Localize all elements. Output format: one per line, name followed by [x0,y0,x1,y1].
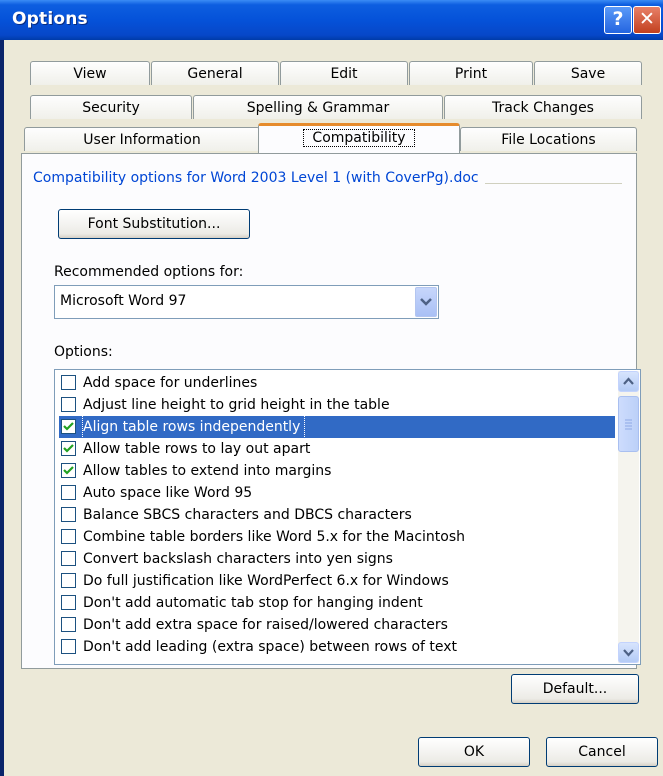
list-item-label: Allow tables to extend into margins [83,463,332,479]
list-item[interactable]: Do full justification like WordPerfect 6… [59,570,615,592]
tab-label: Save [570,66,606,82]
help-button[interactable]: ? [604,6,632,34]
window-title: Options [12,9,88,29]
list-item[interactable]: Add space for underlines [59,372,615,394]
chevron-up-icon [623,377,634,385]
default-button[interactable]: Default... [511,674,639,704]
list-item[interactable]: Don't add leading (extra space) between … [59,636,615,658]
checkbox[interactable] [61,507,76,522]
list-item-label: Don't add automatic tab stop for hanging… [83,595,423,611]
list-item-label: Balance SBCS characters and DBCS charact… [83,507,412,523]
tab-security[interactable]: Security [30,95,192,119]
checkbox-checked[interactable] [61,419,76,434]
title-bar[interactable]: Options ? ✕ [0,0,663,40]
checkbox-checked[interactable] [61,463,76,478]
list-item[interactable]: Allow table rows to lay out apart [59,438,615,460]
tab-label: User Information [83,132,201,148]
tab-label: File Locations [501,132,596,148]
list-item[interactable]: Allow tables to extend into margins [59,460,615,482]
checkbox[interactable] [61,375,76,390]
list-item[interactable]: Don't add automatic tab stop for hanging… [59,592,615,614]
checkbox[interactable] [61,485,76,500]
checkbox[interactable] [61,397,76,412]
tab-compatibility[interactable]: Compatibility [258,123,460,153]
ok-button[interactable]: OK [418,737,530,767]
tab-view[interactable]: View [30,61,150,85]
tab-label: Compatibility [303,129,415,147]
tab-file-locations[interactable]: File Locations [460,127,637,151]
close-button[interactable]: ✕ [633,6,661,34]
chevron-down-icon[interactable] [415,287,437,317]
list-item[interactable]: Don't add extra space for raised/lowered… [59,614,615,636]
tab-label: Print [454,66,488,82]
group-label: Compatibility options for Word 2003 Leve… [33,170,485,186]
checkbox[interactable] [61,639,76,654]
recommended-value: Microsoft Word 97 [60,293,187,309]
tab-user-information[interactable]: User Information [24,127,260,151]
recommended-label: Recommended options for: [54,264,244,280]
checkbox[interactable] [61,595,76,610]
list-item-label: Add space for underlines [83,375,258,391]
tab-track-changes[interactable]: Track Changes [444,95,642,119]
list-item[interactable]: Adjust line height to grid height in the… [59,394,615,416]
list-item[interactable]: Combine table borders like Word 5.x for … [59,526,615,548]
list-item[interactable]: Auto space like Word 95 [59,482,615,504]
check-icon [63,422,74,431]
tab-label: View [73,66,107,82]
tab-label: Security [82,100,140,116]
list-item-label: Don't add extra space for raised/lowered… [83,617,448,633]
scroll-thumb[interactable] [618,396,639,452]
list-item-selected[interactable]: Align table rows independently [59,415,615,439]
list-item-label: Convert backslash characters into yen si… [83,551,393,567]
options-list[interactable]: Add space for underlines Adjust line hei… [54,369,641,665]
font-substitution-button[interactable]: Font Substitution... [58,209,250,239]
tab-label: General [187,66,243,82]
list-item-label: Do full justification like WordPerfect 6… [83,573,449,589]
tab-spelling-grammar[interactable]: Spelling & Grammar [193,95,443,119]
tab-label: Spelling & Grammar [246,100,390,116]
list-item-label: Don't add leading (extra space) between … [83,639,458,655]
cancel-button[interactable]: Cancel [546,737,658,767]
list-item-label: Auto space like Word 95 [83,485,253,501]
options-scrollbar[interactable] [618,371,639,663]
tab-label: Edit [330,66,358,82]
checkbox[interactable] [61,529,76,544]
list-item-label: Align table rows independently [81,415,306,439]
list-item-label: Allow table rows to lay out apart [83,441,311,457]
options-dialog: Options ? ✕ View General Edit Print Save… [0,0,663,776]
check-icon [63,466,74,475]
grip-icon [625,419,632,430]
checkbox-checked[interactable] [61,441,76,456]
scroll-up-button[interactable] [618,371,639,392]
list-item-label: Combine table borders like Word 5.x for … [83,529,466,545]
checkbox[interactable] [61,573,76,588]
list-item[interactable]: Balance SBCS characters and DBCS charact… [59,504,615,526]
checkbox[interactable] [61,551,76,566]
chevron-down-icon [623,649,634,657]
tab-general[interactable]: General [151,61,279,85]
checkbox[interactable] [61,617,76,632]
check-icon [63,444,74,453]
options-label: Options: [54,344,113,360]
tab-edit[interactable]: Edit [280,61,408,85]
list-item-label: Adjust line height to grid height in the… [83,397,390,413]
scroll-down-button[interactable] [618,642,639,663]
tab-save[interactable]: Save [534,61,642,85]
list-item[interactable]: Convert backslash characters into yen si… [59,548,615,570]
tab-print[interactable]: Print [409,61,533,85]
tab-label: Track Changes [492,100,594,116]
recommended-select[interactable]: Microsoft Word 97 [54,285,439,319]
